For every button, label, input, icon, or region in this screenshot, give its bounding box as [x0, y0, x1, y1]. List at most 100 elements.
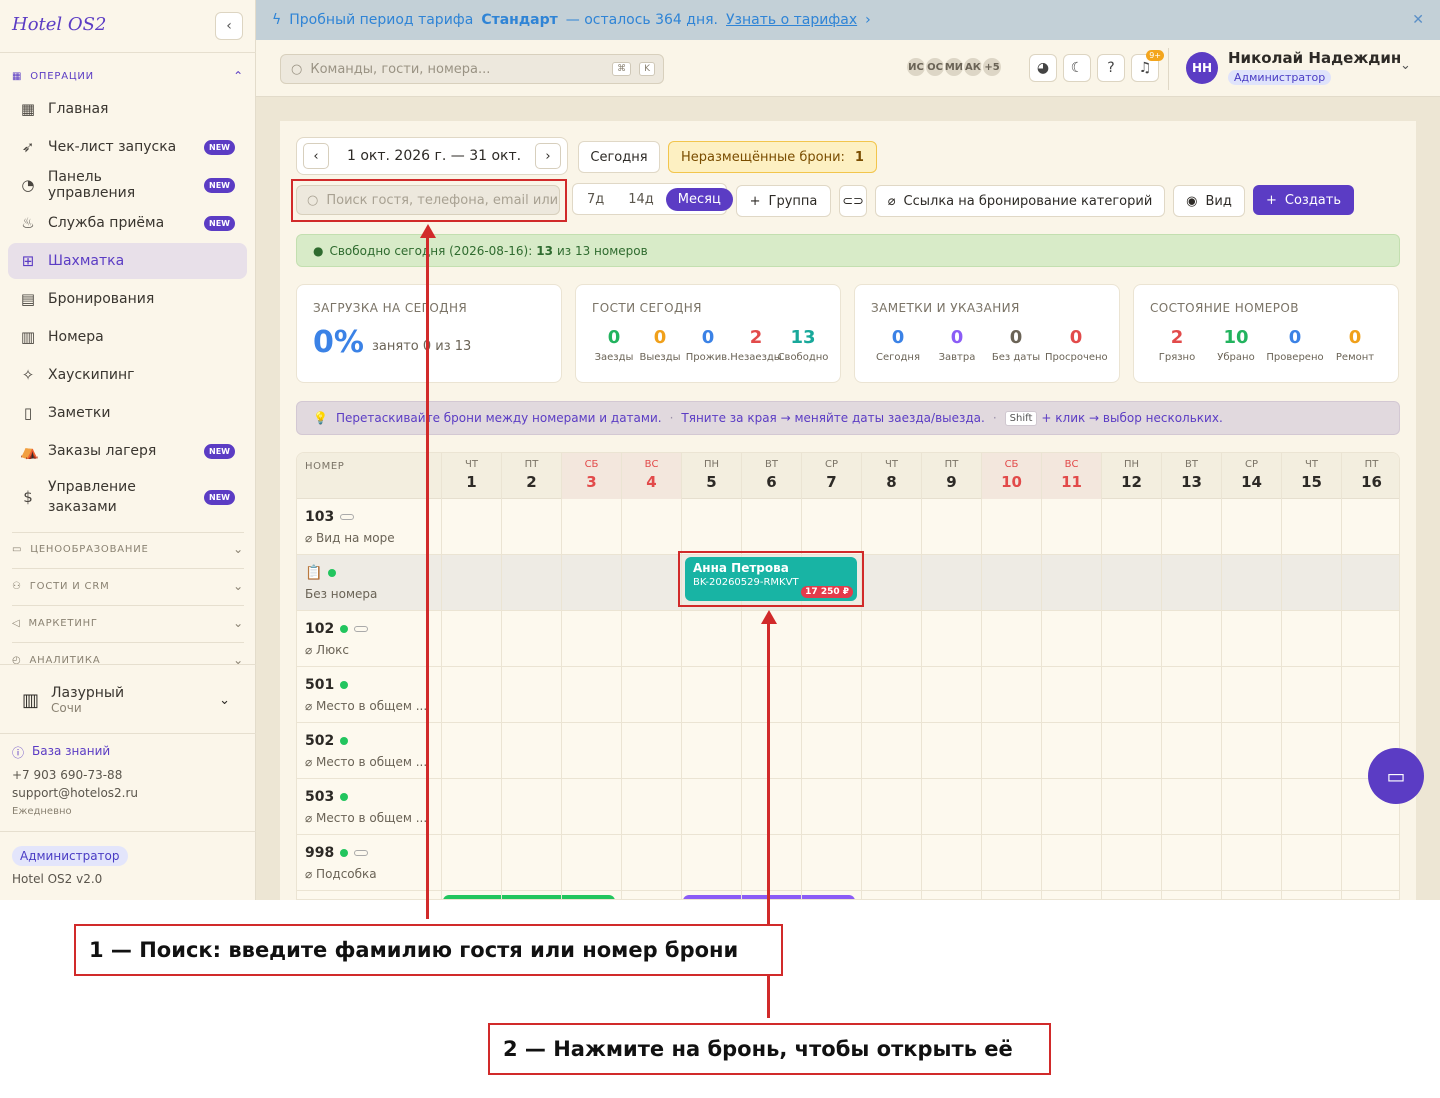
hotel-switcher[interactable]: ▥ Лазурный Сочи ⌄ [12, 680, 244, 720]
grid-line [1221, 453, 1222, 899]
day-column-header[interactable]: ПТ 2 [501, 453, 561, 499]
booking-bar[interactable] [443, 895, 615, 899]
kb-label: База знаний [32, 744, 111, 758]
day-column-header[interactable]: СБ 3 [561, 453, 621, 499]
day-column-header[interactable]: СБ 10 [981, 453, 1041, 499]
knowledge-base-link[interactable]: ⓘ База знаний [12, 744, 110, 761]
range-month[interactable]: Месяц [665, 187, 733, 211]
divider [0, 831, 256, 832]
moon-icon: ☾ [1070, 60, 1084, 76]
day-column-header[interactable]: ВС 4 [621, 453, 681, 499]
view-button[interactable]: ◉ Вид [1173, 185, 1245, 217]
theme-palette-button[interactable]: ◕ [1029, 54, 1057, 82]
today-button[interactable]: Сегодня [578, 141, 660, 173]
section-0[interactable]: ▭ ЦЕНООБРАЗОВАНИЕ ⌄ [12, 542, 244, 556]
room-row[interactable]: 501 ⌀ Место в общем ... [297, 667, 1399, 723]
sidebar-item-4[interactable]: ⊞ Шахматка [8, 243, 247, 279]
room-row[interactable]: 102 ⌀ Люкс [297, 611, 1399, 667]
sidebar-item-6[interactable]: ▥ Номера [8, 319, 247, 355]
day-column-header[interactable]: ВТ 13 [1161, 453, 1221, 499]
create-button[interactable]: + Создать [1253, 185, 1354, 215]
room-row[interactable]: 998 ⌀ Подсобка [297, 835, 1399, 891]
room-row[interactable]: 103 ⌀ Вид на море [297, 499, 1399, 555]
day-number: 1 [466, 473, 477, 491]
weekday: СР [1244, 459, 1258, 470]
sidebar-item-8[interactable]: ▯ Заметки [8, 395, 247, 431]
weekday: СР [824, 459, 838, 470]
stat-label: Завтра [938, 352, 976, 363]
eye-icon: ◉ [1186, 193, 1198, 209]
command-search-input[interactable]: ○ Команды, гости, номера... ⌘ K [280, 54, 664, 84]
stat-value: 0 [950, 327, 964, 348]
sidebar-item-5[interactable]: ▤ Бронирования [8, 281, 247, 317]
category-booking-link-button[interactable]: ⌀ Ссылка на бронирование категорий [875, 185, 1165, 217]
day-column-header[interactable]: ЧТ 1 [441, 453, 501, 499]
support-phone[interactable]: +7 903 690-73-88 [12, 768, 122, 782]
date-range-text[interactable]: 1 окт. 2026 г. — 31 окт. [347, 148, 521, 164]
rooms-state-card[interactable]: СОСТОЯНИЕ НОМЕРОВ 2 Грязно 10 Убрано 0 Провер… [1133, 284, 1399, 383]
sidebar-item-2[interactable]: ◔ Панель управления NEW [8, 167, 247, 203]
room-category-text: Без номера [305, 587, 378, 601]
chevron-down-icon[interactable]: ⌄ [1400, 58, 1411, 73]
section-operations[interactable]: ▦ ОПЕРАЦИИ ⌃ [12, 69, 244, 83]
search-placeholder: Команды, гости, номера... [310, 61, 491, 77]
weekday: ПТ [944, 459, 959, 470]
avatar[interactable]: НН [1186, 52, 1218, 84]
day-column-header[interactable]: ВТ 6 [741, 453, 801, 499]
day-column-header[interactable]: СР 7 [801, 453, 861, 499]
group-button[interactable]: + Группа [736, 185, 831, 217]
online-users[interactable]: ИС ОС МИ АК +5 [905, 56, 1003, 78]
megaphone-icon: ◁ [12, 617, 21, 629]
sidebar-item-10[interactable]: $ Управление заказами NEW [8, 471, 247, 523]
day-column-header[interactable]: ПН 12 [1101, 453, 1161, 499]
weekday: ВС [1064, 459, 1079, 470]
stat-label: Без даты [991, 352, 1041, 363]
unplaced-bookings-button[interactable]: Неразмещённые брони: 1 [668, 141, 877, 173]
palette-icon: ◕ [1036, 60, 1050, 76]
grid-line [1161, 453, 1162, 899]
next-period-button[interactable]: › [535, 143, 561, 169]
section-1[interactable]: ⚇ ГОСТИ И CRM ⌄ [12, 579, 244, 593]
range-7d[interactable]: 7д [575, 188, 616, 211]
close-icon[interactable]: ✕ [1412, 12, 1424, 28]
sidebar-item-3[interactable]: ♨ Служба приёма NEW [8, 205, 247, 241]
dark-mode-button[interactable]: ☾ [1063, 54, 1091, 82]
stat-notes-0: 0 Сегодня [867, 327, 929, 363]
section-label: ЦЕНООБРАЗОВАНИЕ [30, 543, 149, 555]
day-column-header[interactable]: ПТ 9 [921, 453, 981, 499]
user-name[interactable]: Николай Надеждин [1228, 49, 1401, 67]
notifications-button[interactable]: ♫ 9+ [1131, 50, 1164, 82]
free-count: 13 [536, 243, 553, 258]
chat-button[interactable]: ▭ [1368, 748, 1424, 804]
highlight-search [291, 179, 567, 222]
sidebar-item-9[interactable]: ⛺ Заказы лагеря NEW [8, 433, 247, 469]
brand-logo[interactable]: Hotel OS2 [12, 14, 106, 35]
day-column-header[interactable]: ЧТ 8 [861, 453, 921, 499]
day-column-header[interactable]: ВС 11 [1041, 453, 1101, 499]
sidebar-item-1[interactable]: ➶ Чек-лист запуска NEW [8, 129, 247, 165]
support-email[interactable]: support@hotelos2.ru [12, 786, 138, 800]
sidebar-item-7[interactable]: ✧ Хаускипинг [8, 357, 247, 393]
help-button[interactable]: ? [1097, 54, 1125, 82]
day-column-header[interactable]: СР 14 [1221, 453, 1281, 499]
stat-value: 0 [1009, 327, 1023, 348]
sidebar-item-0[interactable]: ▦ Главная [8, 91, 247, 127]
collapse-sidebar-button[interactable]: ‹ [215, 12, 243, 40]
day-column-header[interactable]: ПН 5 [681, 453, 741, 499]
sidebar-item-label: Шахматка [48, 253, 125, 269]
card-title: ГОСТИ СЕГОДНЯ [592, 301, 702, 315]
copy-link-button[interactable]: ⊂⊃ [839, 185, 867, 217]
room-row[interactable]: 502 ⌀ Место в общем ... [297, 723, 1399, 779]
room-category-text: Место в общем ... [316, 811, 428, 825]
online-user-avatar[interactable]: +5 [981, 56, 1003, 78]
pricing-link[interactable]: Узнать о тарифах [726, 12, 857, 28]
day-column-header[interactable]: ПТ 16 [1341, 453, 1399, 499]
notes-card[interactable]: ЗАМЕТКИ И УКАЗАНИЯ 0 Сегодня 0 Завтра 0 Без д… [854, 284, 1120, 383]
room-row[interactable]: 503 ⌀ Место в общем ... [297, 779, 1399, 835]
range-14d[interactable]: 14д [616, 188, 666, 211]
section-2[interactable]: ◁ МАРКЕТИНГ ⌄ [12, 616, 244, 630]
day-column-header[interactable]: ЧТ 15 [1281, 453, 1341, 499]
prev-period-button[interactable]: ‹ [303, 143, 329, 169]
paperclip-icon: ⌀ [305, 699, 317, 713]
guests-card[interactable]: ГОСТИ СЕГОДНЯ 0 Заезды 0 Выезды 0 Прожив. 2 Нез… [575, 284, 841, 383]
